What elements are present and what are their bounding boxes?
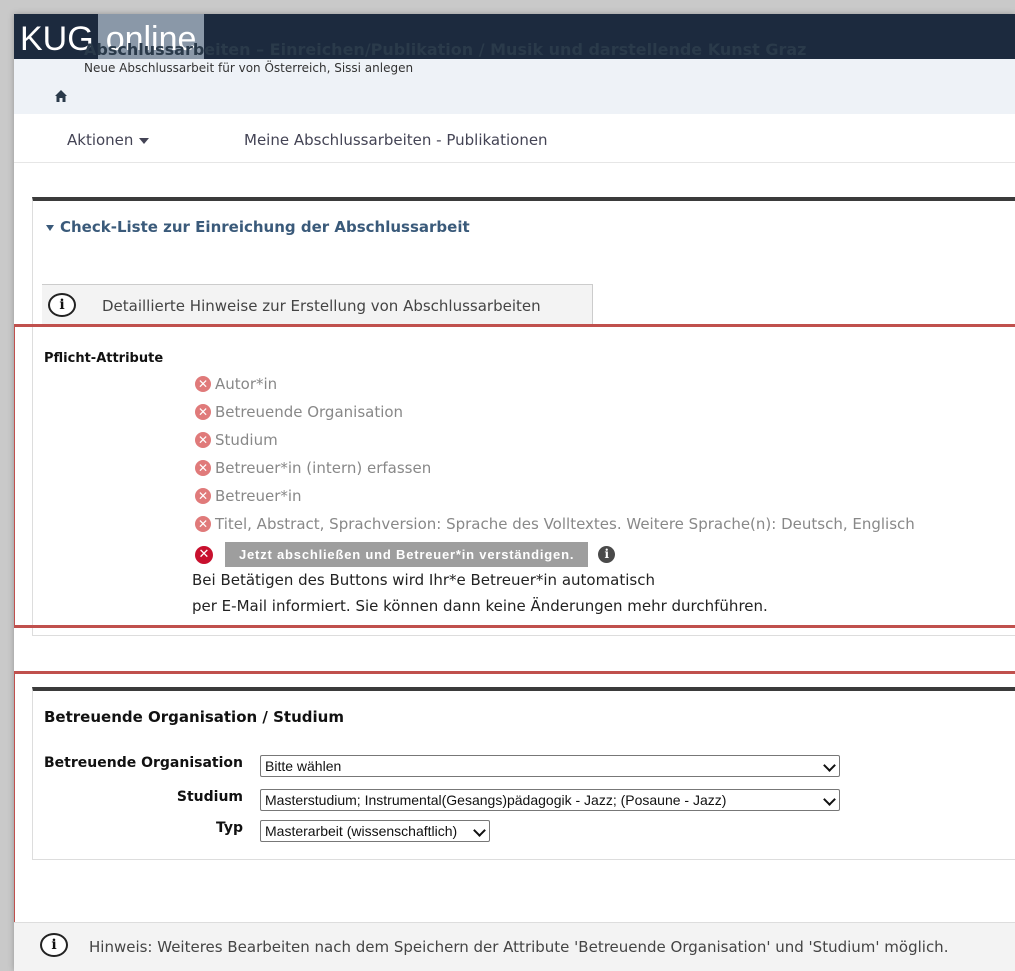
hint-link[interactable]: Detaillierte Hinweise zur Erstellung von… [102, 297, 541, 315]
info-bubble-icon: i [40, 933, 68, 957]
bottom-hint-box: i Hinweis: Weiteres Bearbeiten nach dem … [14, 922, 1015, 971]
required-item-label: Betreuer*in [215, 487, 302, 505]
error-icon: ✕ [195, 488, 211, 504]
page: KUG online Abschlussarbeiten – Einreiche… [14, 14, 1015, 971]
checklist-toggle[interactable]: Check-Liste zur Einreichung der Abschlus… [46, 218, 470, 236]
error-icon: ✕ [195, 545, 213, 564]
info-bubble-icon: i [48, 293, 76, 317]
page-subtitle: Neue Abschlussarbeit für von Österreich,… [84, 61, 414, 75]
organisation-section-title: Betreuende Organisation / Studium [44, 708, 344, 726]
page-title: Abschlussarbeiten – Einreichen/Publikati… [84, 40, 807, 59]
required-item-label: Betreuende Organisation [215, 403, 404, 421]
study-select-value: Masterstudium; Instrumental(Gesangs)päda… [265, 792, 727, 808]
home-icon[interactable] [54, 89, 68, 103]
required-item-label: Autor*in [215, 375, 278, 393]
type-select-value: Masterarbeit (wissenschaftlich) [265, 823, 458, 839]
finish-note-line-2: per E-Mail informiert. Sie können dann k… [192, 597, 768, 615]
type-label: Typ [215, 820, 243, 836]
required-item-label: Studium [215, 431, 278, 449]
triangle-down-icon [46, 224, 54, 231]
bottom-hint-text: Hinweis: Weiteres Bearbeiten nach dem Sp… [89, 938, 949, 956]
finish-and-notify-button[interactable]: Jetzt abschließen und Betreuer*in verstä… [225, 542, 589, 567]
hint-box: i Detaillierte Hinweise zur Erstellung v… [42, 284, 593, 325]
finish-note-line-1: Bei Betätigen des Buttons wird Ihr*e Bet… [192, 571, 655, 589]
actions-menu-label: Aktionen [67, 131, 134, 149]
checklist-heading: Check-Liste zur Einreichung der Abschlus… [60, 218, 470, 236]
chevron-down-icon [473, 824, 486, 837]
required-item-label: Betreuer*in (intern) erfassen [215, 459, 432, 477]
study-label: Studium [176, 789, 243, 805]
finish-row: ✕ Jetzt abschließen und Betreuer*in vers… [195, 542, 616, 567]
type-select[interactable]: Masterarbeit (wissenschaftlich) [260, 820, 490, 842]
required-item: ✕ Autor*in [195, 375, 277, 393]
required-item-label: Titel, Abstract, Sprachversion: Sprache … [215, 515, 915, 533]
caret-down-icon [139, 137, 150, 144]
chevron-down-icon [823, 793, 836, 806]
error-icon: ✕ [195, 516, 211, 532]
actions-menu[interactable]: Aktionen [67, 131, 150, 149]
error-icon: ✕ [195, 376, 211, 392]
organisation-select[interactable]: Bitte wählen [260, 755, 840, 777]
info-icon[interactable]: i [598, 546, 616, 563]
required-item: ✕ Titel, Abstract, Sprachversion: Sprache… [195, 515, 915, 533]
required-item: ✕ Betreuer*in (intern) erfassen [195, 459, 431, 477]
required-item: ✕ Betreuende Organisation [195, 403, 403, 421]
error-icon: ✕ [195, 404, 211, 420]
my-theses-link[interactable]: Meine Abschlussarbeiten - Publikationen [244, 131, 548, 149]
error-icon: ✕ [195, 432, 211, 448]
required-item: ✕ Studium [195, 431, 278, 449]
required-attributes-label: Pflicht-Attribute [44, 351, 164, 366]
study-select[interactable]: Masterstudium; Instrumental(Gesangs)päda… [260, 789, 840, 811]
org-label: Betreuende Organisation [44, 755, 243, 771]
required-item: ✕ Betreuer*in [195, 487, 302, 505]
nav-bar: Aktionen Meine Abschlussarbeiten - Publi… [14, 114, 1015, 163]
error-icon: ✕ [195, 460, 211, 476]
organisation-select-value: Bitte wählen [265, 758, 342, 774]
chevron-down-icon [823, 759, 836, 772]
